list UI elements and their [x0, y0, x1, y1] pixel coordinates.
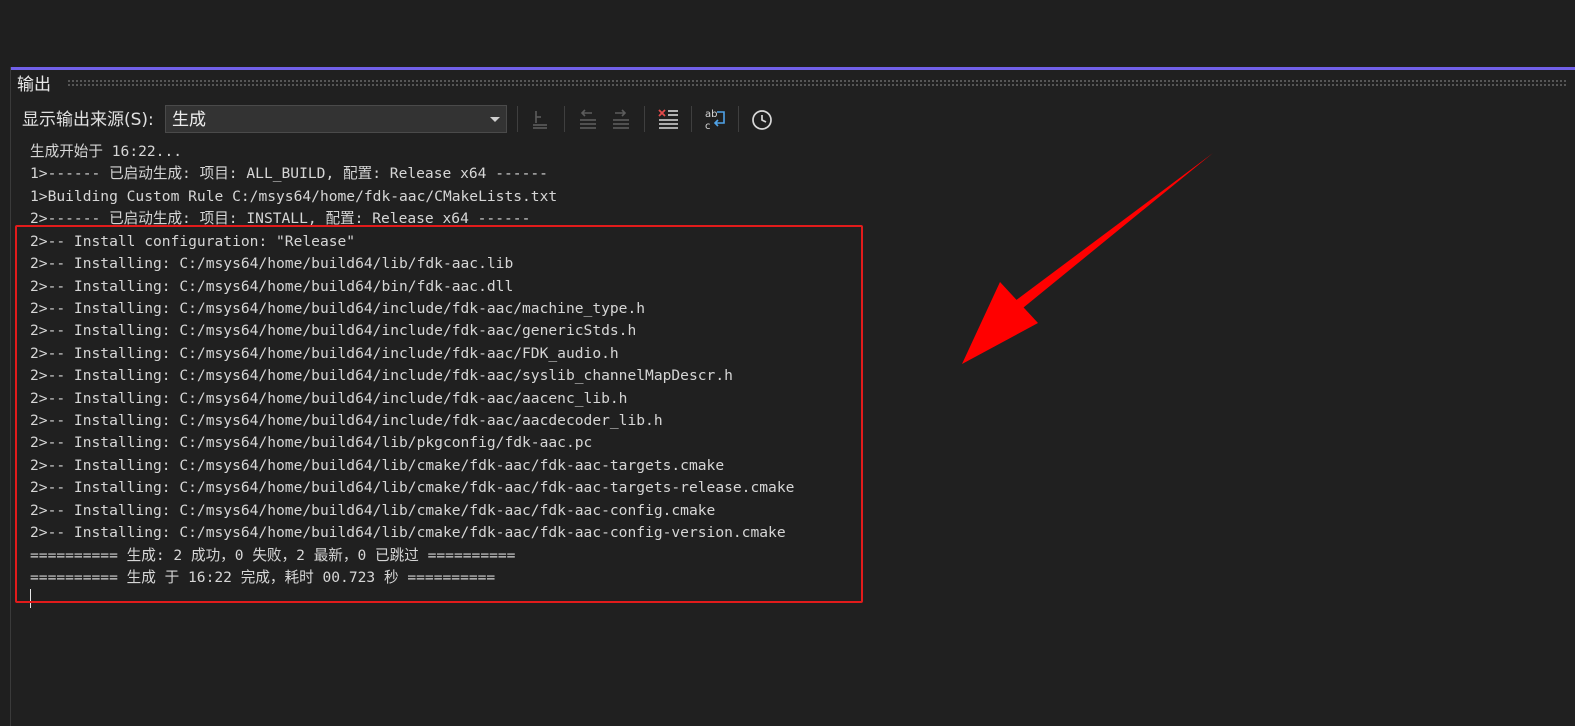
- toggle-word-wrap-icon: ab c: [705, 109, 725, 132]
- source-label: 显示输出来源(S):: [22, 110, 154, 130]
- toolbar-separator: [517, 106, 518, 132]
- output-source-value: 生成: [172, 110, 206, 130]
- output-line: 1>Building Custom Rule C:/msys64/home/fd…: [30, 187, 558, 205]
- toolbar-separator: [738, 106, 739, 132]
- clear-all-icon: [658, 109, 678, 129]
- output-toolbar: 显示输出来源(S): 生成 ab c: [11, 103, 1575, 137]
- panel-title-bar[interactable]: 输出: [11, 70, 1575, 100]
- go-to-next-message-button[interactable]: [607, 105, 635, 133]
- toolbar-separator: [644, 106, 645, 132]
- svg-text:ab: ab: [705, 109, 717, 120]
- find-message-in-code-button[interactable]: [527, 105, 555, 133]
- show-timestamps-button[interactable]: [748, 105, 776, 133]
- output-line: 生成开始于 16:22...: [30, 143, 183, 160]
- go-to-next-message-icon: [613, 109, 629, 129]
- screen: 输出 显示输出来源(S): 生成 ab c 生成开始于 16:22... 1>-…: [0, 0, 1575, 726]
- toolbar-separator: [564, 106, 565, 132]
- toggle-word-wrap-button[interactable]: ab c: [701, 105, 729, 133]
- svg-text:c: c: [705, 121, 711, 132]
- editor-area-above: [0, 0, 1575, 67]
- output-source-dropdown[interactable]: 生成: [165, 105, 507, 133]
- clear-all-button[interactable]: [654, 105, 682, 133]
- toolbar-separator: [691, 106, 692, 132]
- title-bar-grip[interactable]: [67, 79, 1567, 86]
- go-to-previous-message-button[interactable]: [574, 105, 602, 133]
- clock-icon: [752, 110, 772, 130]
- find-message-in-code-icon: [533, 111, 547, 129]
- go-to-previous-message-icon: [580, 109, 596, 129]
- annotation-highlight-box: [15, 225, 863, 603]
- panel-title: 输出: [17, 75, 51, 95]
- chevron-down-icon[interactable]: [490, 117, 500, 122]
- output-line: 1>------ 已启动生成: 项目: ALL_BUILD, 配置: Relea…: [30, 165, 548, 183]
